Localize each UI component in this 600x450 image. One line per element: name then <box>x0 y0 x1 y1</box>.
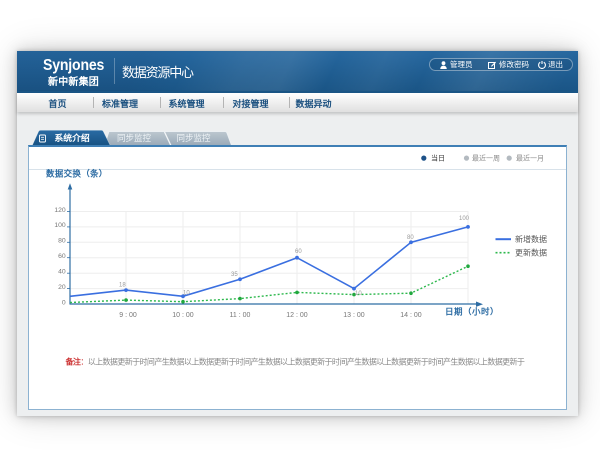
svg-text:80: 80 <box>407 235 414 241</box>
svg-text:新增数据: 新增数据 <box>515 234 547 244</box>
svg-text:12 : 00: 12 : 00 <box>286 312 308 319</box>
svg-text:当日: 当日 <box>431 154 445 163</box>
svg-text:18: 18 <box>119 282 126 288</box>
svg-text:同步监控: 同步监控 <box>177 133 212 143</box>
svg-text:100: 100 <box>54 222 66 229</box>
svg-text:最近一周: 最近一周 <box>472 154 500 163</box>
svg-text:系统介绍: 系统介绍 <box>55 132 90 143</box>
svg-text:20: 20 <box>58 284 66 291</box>
svg-text:最近一月: 最近一月 <box>516 154 544 163</box>
svg-text:14 : 00: 14 : 00 <box>400 312 422 319</box>
svg-text:80: 80 <box>58 238 66 245</box>
svg-text:10 : 00: 10 : 00 <box>172 312 194 319</box>
svg-text:60: 60 <box>58 253 66 260</box>
svg-text:0: 0 <box>61 299 65 306</box>
svg-text:10: 10 <box>355 291 362 297</box>
svg-text:11 : 00: 11 : 00 <box>229 312 250 319</box>
svg-text:10: 10 <box>183 290 190 296</box>
svg-text:同步监控: 同步监控 <box>117 133 152 143</box>
svg-text:100: 100 <box>459 216 470 222</box>
svg-text:9 : 00: 9 : 00 <box>119 312 137 319</box>
svg-text:更新数据: 更新数据 <box>515 248 547 258</box>
svg-text:备注：以上数据更新于时间产生数据以上数据更新于时间产生数据以: 备注：以上数据更新于时间产生数据以上数据更新于时间产生数据以上数据更新于时间产生… <box>64 357 524 367</box>
svg-text:13 : 00: 13 : 00 <box>343 312 365 319</box>
svg-text:日期（小时）: 日期（小时） <box>445 307 499 317</box>
svg-text:35: 35 <box>231 272 238 278</box>
svg-text:数据交换（条）: 数据交换（条） <box>46 169 108 179</box>
svg-text:120: 120 <box>54 207 66 214</box>
svg-text:60: 60 <box>295 249 302 255</box>
svg-text:40: 40 <box>58 269 66 276</box>
